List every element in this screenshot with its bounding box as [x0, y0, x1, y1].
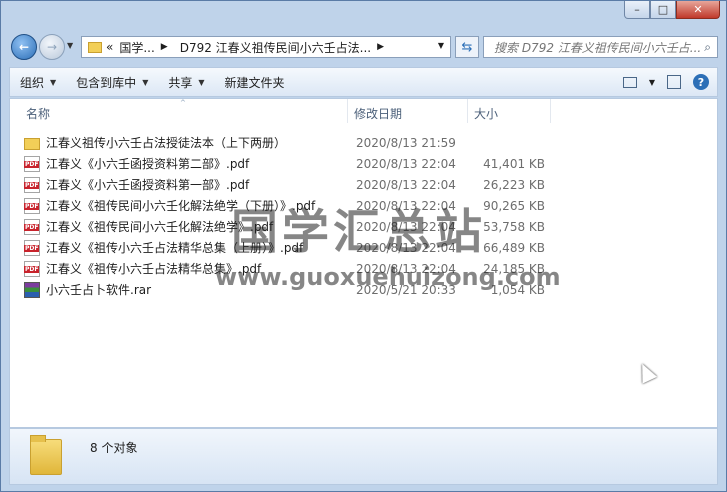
- search-box[interactable]: ⌕: [483, 36, 718, 58]
- navigation-bar: ← → ▼ « 国学... ▶ D792 江春义祖传民间小六壬占法... ▶ ▼…: [9, 32, 718, 62]
- view-dropdown-icon[interactable]: ▼: [649, 78, 655, 87]
- column-divider[interactable]: [347, 99, 348, 123]
- column-name[interactable]: 名称: [26, 105, 50, 122]
- breadcrumb-current-folder[interactable]: D792 江春义祖传民间小六壬占法...: [180, 39, 371, 56]
- new-folder-button[interactable]: 新建文件夹: [215, 74, 295, 91]
- file-date: 2020/8/13 22:04: [356, 177, 456, 192]
- pdf-file-icon: [24, 155, 40, 172]
- item-count: 8 个对象: [90, 441, 138, 455]
- organize-menu[interactable]: 组织 ▼: [10, 74, 66, 91]
- column-modified[interactable]: 修改日期: [354, 105, 402, 122]
- details-pane: 8 个对象: [9, 428, 718, 485]
- search-input[interactable]: [492, 40, 706, 56]
- refresh-button[interactable]: ⇆: [455, 36, 479, 58]
- close-button[interactable]: ✕: [676, 1, 720, 19]
- column-headers: ^ 名称 修改日期 大小: [10, 99, 717, 123]
- minimize-button[interactable]: –: [624, 1, 650, 19]
- column-size[interactable]: 大小: [474, 105, 498, 122]
- chevron-down-icon: ▼: [198, 77, 205, 87]
- forward-button[interactable]: →: [39, 34, 65, 60]
- file-row[interactable]: 江春义《小六壬函授资料第一部》.pdf 2020/8/13 22:04 26,2…: [24, 174, 717, 195]
- maximize-button[interactable]: □: [650, 1, 676, 19]
- search-icon[interactable]: ⌕: [704, 40, 711, 55]
- file-name: 江春义《小六壬函授资料第一部》.pdf: [46, 178, 250, 192]
- file-row-folder[interactable]: 江春义祖传小六壬占法授徒法本（上下两册） 2020/8/13 21:59: [24, 132, 717, 153]
- rar-archive-icon: [24, 281, 40, 298]
- file-name: 江春义祖传小六壬占法授徒法本（上下两册）: [46, 136, 287, 150]
- file-name: 江春义《小六壬函授资料第二部》.pdf: [46, 157, 250, 171]
- help-icon[interactable]: ?: [693, 74, 709, 90]
- pdf-file-icon: [24, 260, 40, 277]
- caption-buttons: – □ ✕: [624, 1, 720, 19]
- breadcrumb-guoxue[interactable]: 国学...: [119, 39, 154, 56]
- file-date: 2020/8/13 22:04: [356, 156, 456, 171]
- folder-icon: [88, 41, 102, 53]
- file-name: 小六壬占卜软件.rar: [46, 283, 152, 297]
- address-dropdown-icon[interactable]: ▼: [438, 41, 444, 50]
- folder-large-icon: [30, 435, 62, 475]
- pdf-file-icon: [24, 239, 40, 256]
- pdf-file-icon: [24, 218, 40, 235]
- share-menu[interactable]: 共享 ▼: [158, 74, 214, 91]
- file-row[interactable]: 江春义《小六壬函授资料第二部》.pdf 2020/8/13 22:04 41,4…: [24, 153, 717, 174]
- column-divider[interactable]: [550, 99, 551, 123]
- command-bar: 组织 ▼ 包含到库中 ▼ 共享 ▼ 新建文件夹 ▼ ?: [9, 67, 718, 97]
- watermark-title: 国学汇总站: [231, 205, 486, 260]
- file-size: 26,223 KB: [483, 177, 545, 192]
- file-date: 2020/8/13 21:59: [356, 135, 456, 150]
- view-options-icon[interactable]: [622, 76, 637, 88]
- sort-indicator-icon: ^: [180, 99, 186, 107]
- preview-pane-icon[interactable]: [667, 75, 681, 89]
- pdf-file-icon: [24, 176, 40, 193]
- share-label: 共享: [168, 75, 193, 90]
- chevron-down-icon: ▼: [50, 77, 57, 87]
- address-bar[interactable]: « 国学... ▶ D792 江春义祖传民间小六壬占法... ▶ ▼: [81, 36, 451, 58]
- watermark-url: www.guoxuehuizong.com: [215, 263, 561, 291]
- chevron-down-icon: ▼: [142, 77, 149, 87]
- explorer-window: – □ ✕ ← → ▼ « 国学... ▶ D792 江春义祖传民间小六壬占法.…: [0, 0, 727, 492]
- organize-label: 组织: [20, 75, 45, 90]
- breadcrumb-separator-icon[interactable]: ▶: [377, 42, 384, 52]
- breadcrumb-separator-icon[interactable]: ▶: [161, 42, 168, 52]
- back-button[interactable]: ←: [11, 34, 37, 60]
- file-size: 41,401 KB: [483, 156, 545, 171]
- folder-icon: [24, 137, 40, 150]
- include-in-library-menu[interactable]: 包含到库中 ▼: [66, 74, 158, 91]
- address-overflow[interactable]: «: [106, 40, 113, 54]
- recent-pages-dropdown-icon[interactable]: ▼: [67, 41, 73, 50]
- column-divider[interactable]: [467, 99, 468, 123]
- include-in-library-label: 包含到库中: [76, 75, 137, 90]
- pdf-file-icon: [24, 197, 40, 214]
